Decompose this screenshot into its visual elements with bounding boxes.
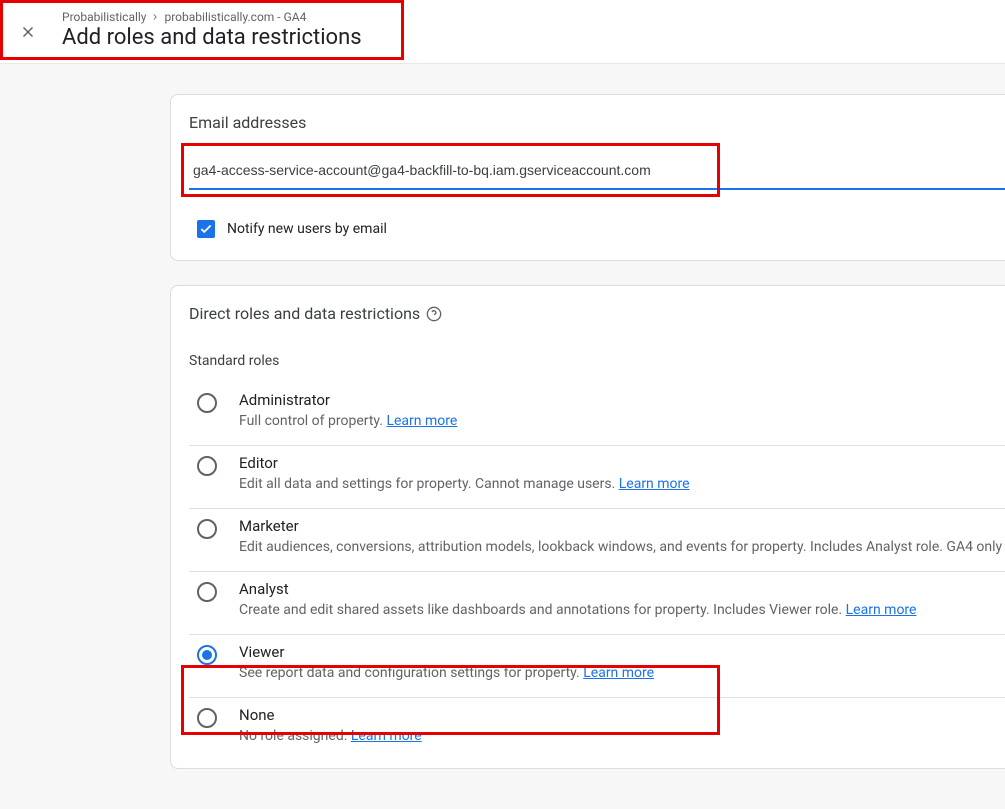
role-name: Editor	[239, 454, 1005, 472]
role-text: Viewer See report data and configuration …	[239, 643, 1005, 681]
role-description: Full control of property. Learn more	[239, 413, 1005, 429]
role-description: Edit all data and settings for property.…	[239, 476, 1005, 492]
role-description: See report data and configuration settin…	[239, 665, 1005, 681]
notify-checkbox[interactable]	[197, 220, 215, 238]
learn-more-link[interactable]: Learn more	[619, 476, 690, 492]
email-card: Email addresses Notify new users by emai…	[170, 94, 1005, 261]
role-description-text: Create and edit shared assets like dashb…	[239, 602, 846, 618]
breadcrumb-property[interactable]: probabilistically.com - GA4	[164, 10, 306, 24]
role-description-text: No role assigned.	[239, 728, 351, 744]
close-icon[interactable]	[8, 12, 48, 52]
role-radio-analyst[interactable]	[197, 582, 217, 602]
role-text: Administrator Full control of property. L…	[239, 391, 1005, 429]
email-card-title: Email addresses	[189, 113, 1005, 132]
role-name: Administrator	[239, 391, 1005, 409]
standard-roles-subtitle: Standard roles	[189, 353, 1005, 369]
role-text: Marketer Edit audiences, conversions, att…	[239, 517, 1005, 555]
email-input[interactable]	[189, 150, 1005, 190]
role-name: None	[239, 706, 1005, 724]
learn-more-link[interactable]: Learn more	[846, 602, 917, 618]
role-description: Create and edit shared assets like dashb…	[239, 602, 1005, 618]
role-text: Editor Edit all data and settings for pro…	[239, 454, 1005, 492]
top-bar: Probabilistically probabilistically.com …	[0, 0, 1005, 64]
role-name: Viewer	[239, 643, 1005, 661]
role-row[interactable]: Administrator Full control of property. L…	[189, 383, 1005, 446]
role-radio-administrator[interactable]	[197, 393, 217, 413]
notify-label: Notify new users by email	[227, 221, 387, 237]
help-icon[interactable]	[426, 306, 442, 322]
breadcrumb-account[interactable]: Probabilistically	[62, 10, 146, 24]
role-description: No role assigned. Learn more	[239, 728, 1005, 744]
role-row[interactable]: None No role assigned. Learn more	[189, 698, 1005, 760]
role-description-text: Full control of property.	[239, 413, 386, 429]
role-radio-editor[interactable]	[197, 456, 217, 476]
learn-more-link[interactable]: Learn more	[583, 665, 654, 681]
role-radio-marketer[interactable]	[197, 519, 217, 539]
breadcrumb: Probabilistically probabilistically.com …	[62, 10, 362, 24]
role-description-text: See report data and configuration settin…	[239, 665, 583, 681]
role-description-text: Edit audiences, conversions, attribution…	[239, 539, 1002, 555]
role-text: None No role assigned. Learn more	[239, 706, 1005, 744]
page-title: Add roles and data restrictions	[62, 24, 362, 53]
roles-card-title: Direct roles and data restrictions	[189, 304, 420, 323]
roles-card: Direct roles and data restrictions Stand…	[170, 285, 1005, 769]
role-row[interactable]: Marketer Edit audiences, conversions, att…	[189, 509, 1005, 572]
learn-more-link[interactable]: Learn more	[351, 728, 422, 744]
learn-more-link[interactable]: Learn more	[386, 413, 457, 429]
role-row[interactable]: Viewer See report data and configuration …	[189, 635, 1005, 698]
role-row[interactable]: Analyst Create and edit shared assets lik…	[189, 572, 1005, 635]
role-text: Analyst Create and edit shared assets lik…	[239, 580, 1005, 618]
role-description: Edit audiences, conversions, attribution…	[239, 539, 1005, 555]
role-name: Marketer	[239, 517, 1005, 535]
chevron-right-icon	[150, 12, 160, 22]
role-row[interactable]: Editor Edit all data and settings for pro…	[189, 446, 1005, 509]
check-icon	[199, 222, 213, 236]
role-radio-viewer[interactable]	[197, 645, 217, 665]
role-radio-none[interactable]	[197, 708, 217, 728]
role-name: Analyst	[239, 580, 1005, 598]
role-description-text: Edit all data and settings for property.…	[239, 476, 619, 492]
